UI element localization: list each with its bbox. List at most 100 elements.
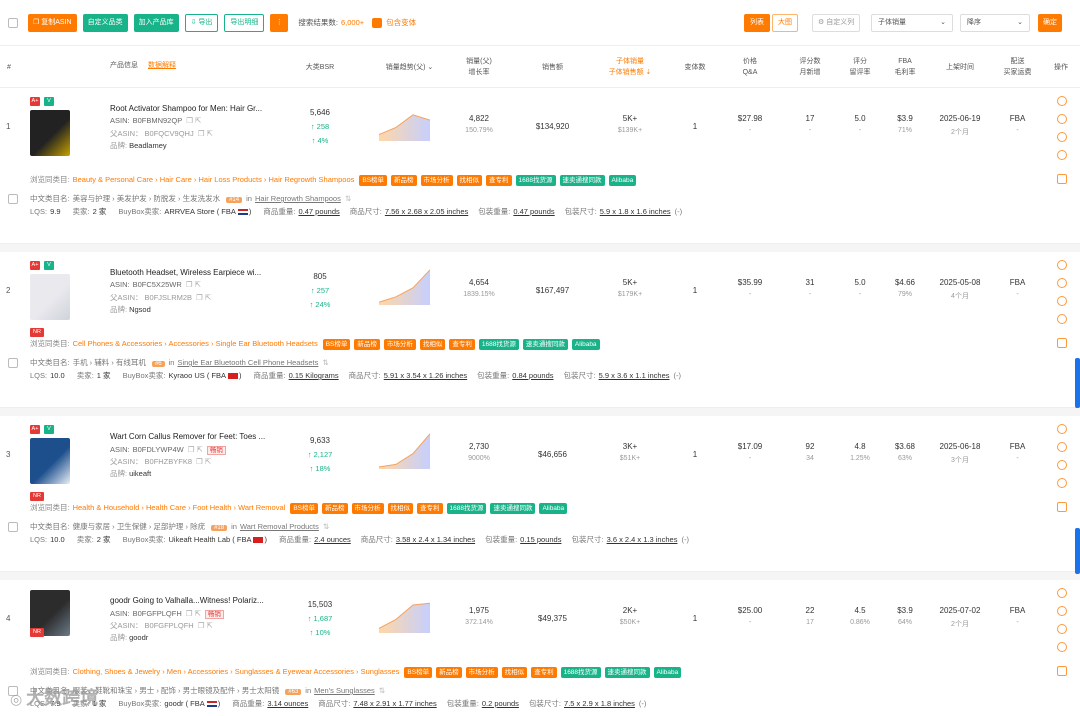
minus-circle-icon[interactable] bbox=[1057, 150, 1067, 160]
minus-circle-icon[interactable] bbox=[1057, 478, 1067, 488]
settings-icon[interactable] bbox=[1057, 132, 1067, 142]
sales-trend-sparkline[interactable] bbox=[378, 102, 430, 142]
calculator-icon[interactable] bbox=[1057, 338, 1067, 348]
settings-icon[interactable] bbox=[1057, 460, 1067, 470]
col-revenue[interactable]: 销售额 bbox=[542, 62, 563, 73]
brand-value[interactable]: uikeaft bbox=[129, 469, 151, 478]
browse-path-link[interactable]: Cell Phones & Accessories › Accessories … bbox=[73, 339, 318, 348]
sort-icon[interactable]: ⇅ bbox=[322, 358, 328, 367]
data-explain-link[interactable]: 数据解释 bbox=[148, 62, 176, 69]
quick-action-pill[interactable]: 1688找货源 bbox=[515, 175, 556, 186]
quick-action-pill[interactable]: BS榜单 bbox=[404, 667, 433, 678]
quick-action-pill[interactable]: 查专利 bbox=[449, 339, 475, 350]
settings-icon[interactable] bbox=[1057, 296, 1067, 306]
quick-action-pill[interactable]: Alibaba bbox=[653, 667, 682, 678]
custom-columns-button[interactable]: ⚙ 自定义列 bbox=[812, 14, 861, 32]
rank-category-link[interactable]: Wart Removal Products bbox=[240, 522, 319, 531]
quick-action-pill[interactable]: 1688找货源 bbox=[446, 503, 487, 514]
product-title[interactable]: Root Activator Shampoo for Men: Hair Gr.… bbox=[110, 104, 262, 113]
view-list-tab[interactable]: 列表 bbox=[744, 14, 770, 32]
quick-action-pill[interactable]: 速卖通搜同款 bbox=[604, 667, 650, 678]
parent-asin-value[interactable]: B0FQCV9QHJ bbox=[145, 129, 194, 138]
col-trend[interactable]: 销量趋势(父) ⌄ bbox=[386, 62, 434, 73]
confirm-button[interactable]: 确定 bbox=[1038, 14, 1062, 32]
buybox-seller[interactable]: ARRVEA Store ( FBA bbox=[164, 207, 236, 216]
brand-value[interactable]: Beadlamey bbox=[129, 141, 167, 150]
copy-asin-button[interactable]: ❐ 复制ASIN bbox=[28, 13, 77, 32]
quick-action-pill[interactable]: Alibaba bbox=[571, 339, 600, 350]
browse-path-link[interactable]: Beauty & Personal Care › Hair Care › Hai… bbox=[73, 175, 355, 184]
sort-icon[interactable]: ⇅ bbox=[345, 194, 351, 203]
sellers-value[interactable]: 1 家 bbox=[97, 371, 111, 380]
product-thumbnail[interactable] bbox=[30, 274, 70, 320]
copy-icon[interactable]: ❐ ⇱ bbox=[198, 129, 213, 138]
quick-action-pill[interactable]: 速卖通搜同款 bbox=[490, 503, 536, 514]
quick-action-pill[interactable]: BS榜单 bbox=[322, 339, 351, 350]
select-all-checkbox[interactable] bbox=[8, 17, 18, 28]
sellers-value[interactable]: 2 家 bbox=[93, 207, 107, 216]
scrollbar-thumb-2[interactable] bbox=[1075, 528, 1080, 574]
calculator-icon[interactable] bbox=[1057, 502, 1067, 512]
col-price[interactable]: 价格 bbox=[743, 56, 757, 67]
quick-action-pill[interactable]: 新品榜 bbox=[354, 339, 380, 350]
quick-action-pill[interactable]: BS榜单 bbox=[359, 175, 388, 186]
asin-value[interactable]: B0FC5X25WR bbox=[133, 280, 182, 289]
quick-action-pill[interactable]: 新品榜 bbox=[436, 667, 462, 678]
quick-action-pill[interactable]: 速卖通搜同款 bbox=[559, 175, 605, 186]
rank-category-link[interactable]: Men's Sunglasses bbox=[314, 686, 375, 695]
buybox-seller[interactable]: Uikeaft Health Lab ( FBA bbox=[169, 535, 252, 544]
col-reviews[interactable]: 评分数 bbox=[800, 56, 821, 67]
minus-circle-icon[interactable] bbox=[1057, 642, 1067, 652]
buybox-seller[interactable]: Kyraoo US ( FBA bbox=[169, 371, 227, 380]
bar-chart-icon[interactable] bbox=[1057, 96, 1067, 106]
quick-action-pill[interactable]: 速卖通搜同款 bbox=[522, 339, 568, 350]
sort-icon[interactable]: ⇅ bbox=[323, 522, 329, 531]
col-child-sales[interactable]: 子体销量 bbox=[616, 56, 644, 67]
rank-category-link[interactable]: Single Ear Bluetooth Cell Phone Headsets bbox=[177, 358, 318, 367]
copy-icon[interactable]: ❐ ⇱ bbox=[186, 280, 201, 289]
rank-category-link[interactable]: Hair Regrowth Shampoos bbox=[255, 194, 341, 203]
location-pin-icon[interactable] bbox=[1057, 606, 1067, 616]
quick-action-pill[interactable]: 查专利 bbox=[486, 175, 512, 186]
quick-action-pill[interactable]: 查专利 bbox=[417, 503, 443, 514]
sort-field-select[interactable]: 子体销量 ⌄ bbox=[871, 14, 953, 32]
browse-path-link[interactable]: Health & Household › Health Care › Foot … bbox=[73, 503, 286, 512]
quick-action-pill[interactable]: 找相似 bbox=[419, 339, 446, 350]
asin-value[interactable]: B0FDLYWP4W bbox=[133, 445, 184, 454]
col-sales[interactable]: 销量(父) bbox=[466, 56, 492, 67]
product-title[interactable]: goodr Going to Valhalla...Witness! Polar… bbox=[110, 596, 264, 605]
quick-action-pill[interactable]: 1688找货源 bbox=[560, 667, 601, 678]
parent-asin-value[interactable]: B0FHZBYFK8 bbox=[145, 457, 193, 466]
copy-icon[interactable]: ❐ ⇱ bbox=[196, 457, 211, 466]
copy-icon[interactable]: ❐ ⇱ bbox=[186, 116, 201, 125]
quick-action-pill[interactable]: 市场分析 bbox=[351, 503, 384, 514]
bar-chart-icon[interactable] bbox=[1057, 424, 1067, 434]
product-thumbnail[interactable] bbox=[30, 438, 70, 484]
quick-action-pill[interactable]: 找相似 bbox=[456, 175, 483, 186]
location-pin-icon[interactable] bbox=[1057, 278, 1067, 288]
bar-chart-icon[interactable] bbox=[1057, 588, 1067, 598]
quick-action-pill[interactable]: 找相似 bbox=[501, 667, 528, 678]
asin-value[interactable]: B0FBMN92QP bbox=[133, 116, 183, 125]
col-fba[interactable]: FBA bbox=[898, 56, 912, 67]
row-checkbox[interactable] bbox=[8, 358, 18, 368]
product-title[interactable]: Bluetooth Headset, Wireless Earpiece wi.… bbox=[110, 268, 261, 277]
quick-action-pill[interactable]: 新品榜 bbox=[391, 175, 417, 186]
location-pin-icon[interactable] bbox=[1057, 442, 1067, 452]
copy-icon[interactable]: ❐ ⇱ bbox=[198, 621, 213, 630]
quick-action-pill[interactable]: 查专利 bbox=[531, 667, 557, 678]
col-rating[interactable]: 评分 bbox=[853, 56, 867, 67]
sales-trend-sparkline[interactable] bbox=[378, 430, 430, 470]
copy-icon[interactable]: ❐ ⇱ bbox=[196, 293, 211, 302]
copy-icon[interactable]: ❐ ⇱ bbox=[188, 445, 203, 454]
include-variants-checkbox[interactable] bbox=[372, 17, 383, 28]
minus-circle-icon[interactable] bbox=[1057, 314, 1067, 324]
product-thumbnail[interactable] bbox=[30, 110, 70, 156]
brand-value[interactable]: goodr bbox=[129, 633, 148, 642]
product-title[interactable]: Wart Corn Callus Remover for Feet: Toes … bbox=[110, 432, 265, 441]
brand-value[interactable]: Ngsod bbox=[129, 305, 151, 314]
quick-action-pill[interactable]: Alibaba bbox=[608, 175, 637, 186]
add-to-library-button[interactable]: 加入产品库 bbox=[133, 13, 179, 32]
quick-action-pill[interactable]: 市场分析 bbox=[420, 175, 453, 186]
export-detail-button[interactable]: 导出明细 bbox=[224, 13, 265, 32]
